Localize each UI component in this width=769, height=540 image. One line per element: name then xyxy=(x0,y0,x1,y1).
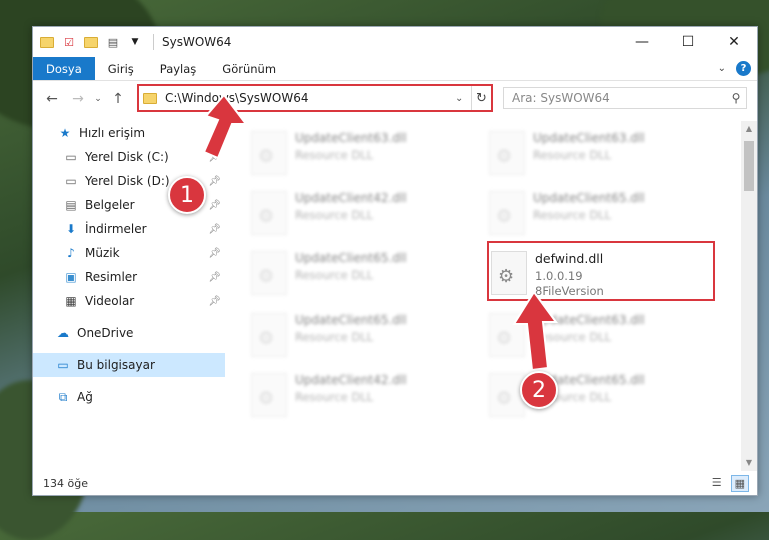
annotation-arrows xyxy=(202,93,558,372)
step-2-badge: 2 xyxy=(520,371,558,409)
arrow-to-address-bar xyxy=(202,93,249,160)
arrow-to-file xyxy=(512,290,558,372)
step-1-badge: 1 xyxy=(168,176,206,214)
